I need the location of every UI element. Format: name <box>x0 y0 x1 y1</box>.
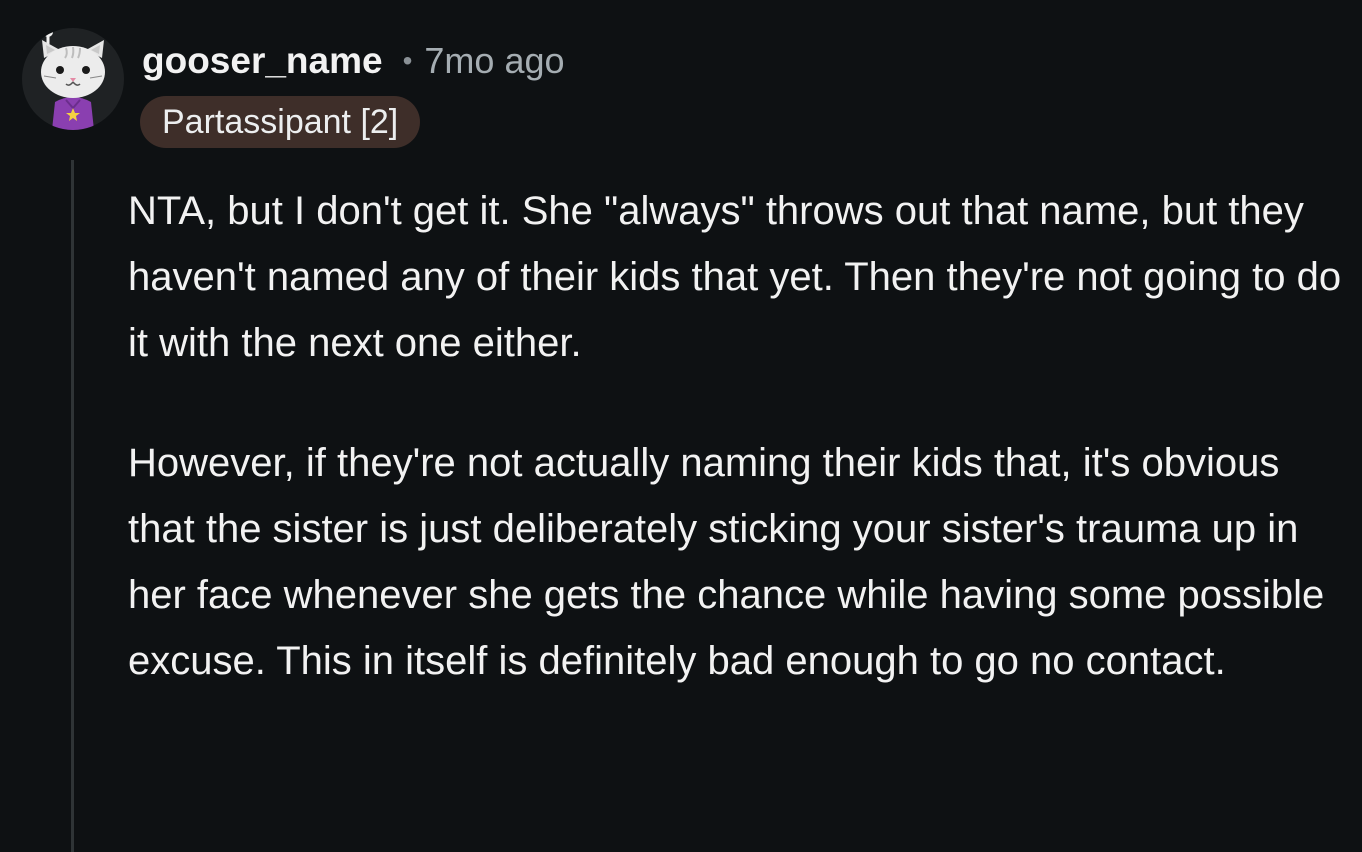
user-avatar[interactable] <box>22 28 124 130</box>
comment: gooser_name • 7mo ago Partassipant [2] N… <box>0 0 1362 852</box>
username-link[interactable]: gooser_name <box>142 40 383 82</box>
comment-meta: gooser_name • 7mo ago <box>142 38 565 84</box>
comment-timestamp[interactable]: 7mo ago <box>424 40 564 82</box>
comment-body: NTA, but I don't get it. She "always" th… <box>128 178 1348 694</box>
comment-paragraph: However, if they're not actually naming … <box>128 441 1325 683</box>
comment-paragraph: NTA, but I don't get it. She "always" th… <box>128 189 1342 365</box>
thread-line[interactable] <box>71 160 74 852</box>
cat-avatar-icon <box>41 28 105 130</box>
meta-separator: • <box>402 45 413 76</box>
user-flair-badge: Partassipant [2] <box>140 96 421 148</box>
